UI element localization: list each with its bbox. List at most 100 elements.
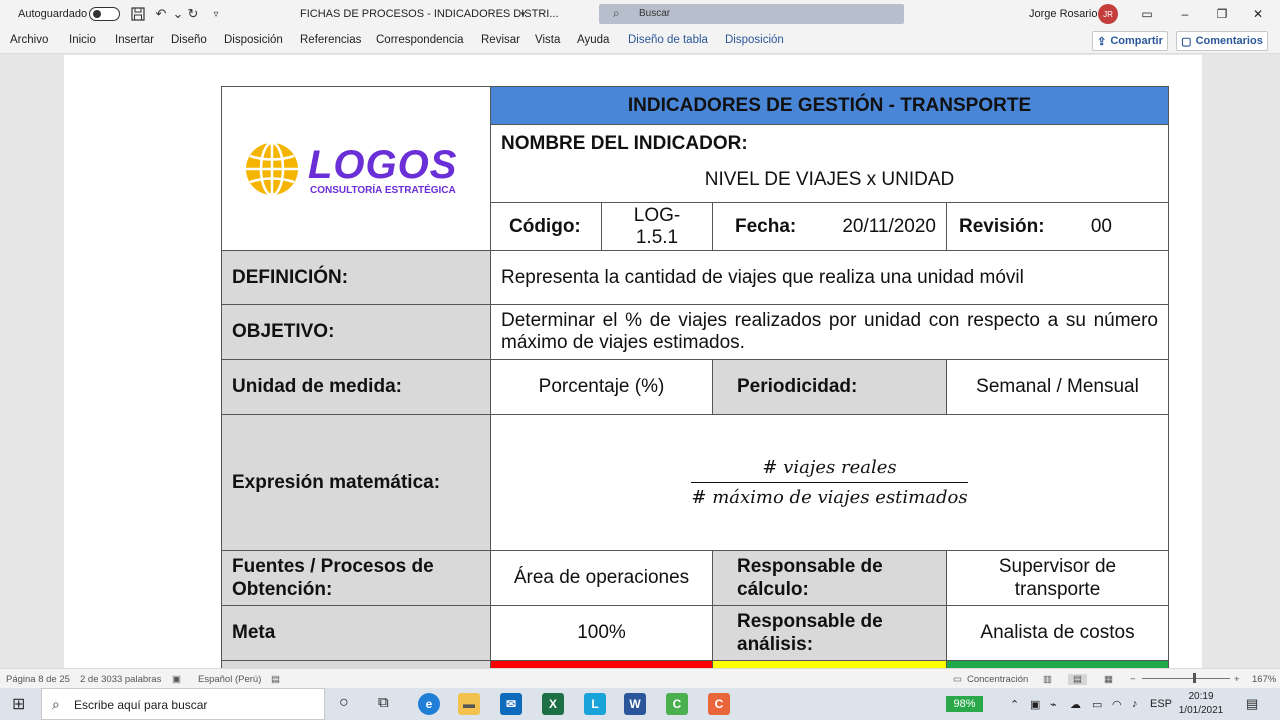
globe-icon — [246, 141, 298, 197]
analysis-responsible-label: Responsable de análisis: — [712, 605, 947, 661]
close-icon[interactable]: ✕ — [1248, 4, 1268, 24]
analysis-responsible-value: Analista de costos — [946, 605, 1169, 661]
camtasia-recorder-icon[interactable]: C — [708, 693, 730, 715]
tab-inicio[interactable]: Inicio — [69, 34, 96, 46]
page-count[interactable]: Página 8 de 25 — [6, 674, 70, 685]
chevron-down-icon[interactable]: ▾ — [514, 5, 532, 23]
tab-insertar[interactable]: Insertar — [115, 34, 154, 46]
zoom-in-icon[interactable]: + — [1234, 674, 1240, 685]
customize-toolbar-icon[interactable]: ▿ — [207, 5, 225, 23]
proofing-icon[interactable]: ▣ — [172, 674, 181, 685]
print-layout-icon[interactable]: ▤ — [1068, 674, 1087, 685]
logo-tagline: CONSULTORÍA ESTRATÉGICA — [310, 185, 456, 196]
tab-archivo[interactable]: Archivo — [10, 34, 48, 46]
indicator-name-label: NOMBRE DEL INDICADOR: — [501, 133, 748, 154]
app-l-icon[interactable]: L — [584, 693, 606, 715]
tray-icon[interactable]: ▣ — [1030, 698, 1040, 711]
tab-ayuda[interactable]: Ayuda — [577, 34, 609, 46]
word-icon[interactable]: W — [624, 693, 646, 715]
periodicity-label: Periodicidad: — [712, 359, 947, 415]
notifications-icon[interactable]: ▤ — [1246, 696, 1258, 712]
camtasia-icon[interactable]: C — [666, 693, 688, 715]
unit-label: Unidad de medida: — [221, 359, 491, 415]
code-label: Código: — [490, 202, 602, 251]
battery-status[interactable]: 98% — [946, 696, 983, 712]
tab-referencias[interactable]: Referencias — [300, 34, 361, 46]
zoom-slider[interactable] — [1142, 678, 1230, 679]
autosave-toggle[interactable] — [89, 7, 120, 21]
goal-label: Meta — [221, 605, 491, 661]
windows-start-icon[interactable]: ⊞ — [12, 694, 25, 714]
wifi-icon[interactable]: ◠ — [1112, 698, 1122, 711]
cortana-icon[interactable]: ○ — [339, 694, 349, 712]
restore-icon[interactable]: ❐ — [1212, 4, 1232, 24]
user-name[interactable]: Jorge Rosario — [1029, 8, 1097, 20]
indicator-name-value: NIVEL DE VIAJES x UNIDAD — [704, 169, 955, 190]
battery-icon[interactable]: ▭ — [1092, 698, 1102, 711]
focus-icon[interactable]: ▭ — [953, 674, 962, 685]
formula-denominator: # máximo de viajes estimados — [691, 486, 968, 508]
excel-icon[interactable]: X — [542, 693, 564, 715]
mail-icon[interactable]: ✉ — [500, 693, 522, 715]
comment-icon: ▢ — [1181, 35, 1192, 48]
search-icon: ⌕ — [613, 6, 620, 20]
revision-value: 00 — [1090, 215, 1112, 237]
tab-correspondencia[interactable]: Correspondencia — [376, 34, 464, 46]
title-bar: Autoguardado ↶ ⌄ ↻ ▿ FICHAS DE PROCESOS … — [0, 0, 1280, 28]
search-icon: ⌕ — [52, 696, 60, 712]
file-explorer-icon[interactable]: ▬ — [458, 693, 480, 715]
comments-button[interactable]: ▢ Comentarios — [1176, 31, 1268, 51]
search-placeholder: Buscar — [639, 8, 671, 19]
indicator-table[interactable]: LOGOS CONSULTORÍA ESTRATÉGICA INDICADORE… — [221, 86, 1169, 668]
read-mode-icon[interactable]: ▥ — [1043, 674, 1052, 685]
avatar[interactable]: JR — [1098, 4, 1118, 24]
focus-mode[interactable]: Concentración — [967, 674, 1028, 685]
undo-icon[interactable]: ↶ — [152, 5, 170, 23]
logo-name: LOGOS — [308, 143, 458, 187]
word-count[interactable]: 2 de 3033 palabras — [80, 674, 161, 685]
taskbar: ⊞ ⌕ Escribe aquí para buscar ○ ⧉ e ▬ ✉ X… — [0, 688, 1280, 720]
clock[interactable]: 20:19 1/01/2021 — [1178, 690, 1224, 718]
search-box[interactable]: ⌕ Buscar — [599, 4, 904, 24]
date-cell: Fecha: 20/11/2020 — [712, 202, 947, 251]
definition-value: Representa la cantidad de viajes que rea… — [490, 250, 1169, 305]
minimize-icon[interactable]: – — [1175, 4, 1195, 24]
document-area[interactable]: LOGOS CONSULTORÍA ESTRATÉGICA INDICADORE… — [0, 55, 1280, 668]
zoom-out-icon[interactable]: − — [1130, 674, 1136, 685]
tab-disposicion-tabla[interactable]: Disposición — [725, 34, 784, 46]
edge-icon[interactable]: e — [418, 693, 440, 715]
redo-icon[interactable]: ↻ — [184, 5, 202, 23]
chevron-up-icon[interactable]: ⌃ — [1010, 698, 1019, 711]
taskbar-search[interactable]: ⌕ Escribe aquí para buscar — [41, 688, 325, 720]
tab-disposicion[interactable]: Disposición — [224, 34, 283, 46]
language-indicator[interactable]: ESP — [1150, 698, 1172, 710]
document-page[interactable]: LOGOS CONSULTORÍA ESTRATÉGICA INDICADORE… — [64, 55, 1202, 668]
share-button[interactable]: ⇪ Compartir — [1092, 31, 1168, 51]
tab-vista[interactable]: Vista — [535, 34, 560, 46]
traffic-light-label — [221, 660, 491, 668]
definition-label: DEFINICIÓN: — [221, 250, 491, 305]
language[interactable]: Español (Perú) — [198, 674, 261, 685]
usb-icon[interactable]: ⌁ — [1050, 698, 1057, 711]
calc-responsible-value: Supervisor de transporte — [946, 550, 1169, 606]
ribbon-display-icon[interactable]: ▭ — [1137, 4, 1157, 24]
word-window: Autoguardado ↶ ⌄ ↻ ▿ FICHAS DE PROCESOS … — [0, 0, 1280, 720]
volume-icon[interactable]: ♪ — [1132, 698, 1138, 710]
accessibility-icon[interactable]: ▤ — [271, 674, 280, 685]
cloud-icon[interactable]: ☁ — [1070, 698, 1081, 711]
tab-diseno[interactable]: Diseño — [171, 34, 207, 46]
sources-value: Área de operaciones — [490, 550, 713, 606]
traffic-light-red — [490, 660, 713, 668]
calc-responsible-label: Responsable de cálculo: — [712, 550, 947, 606]
tab-diseno-de-tabla[interactable]: Diseño de tabla — [628, 34, 708, 46]
web-layout-icon[interactable]: ▦ — [1104, 674, 1113, 685]
zoom-level[interactable]: 167% — [1252, 674, 1276, 685]
task-view-icon[interactable]: ⧉ — [378, 694, 389, 711]
zoom-slider-thumb[interactable] — [1193, 673, 1196, 683]
ribbon-tabs: Archivo Inicio Insertar Diseño Disposici… — [0, 28, 1280, 54]
logo-cell: LOGOS CONSULTORÍA ESTRATÉGICA — [221, 86, 491, 251]
status-bar: Página 8 de 25 2 de 3033 palabras ▣ Espa… — [0, 668, 1280, 688]
tab-revisar[interactable]: Revisar — [481, 34, 520, 46]
autosave-label: Autoguardado — [18, 8, 88, 20]
save-icon[interactable] — [129, 5, 147, 23]
